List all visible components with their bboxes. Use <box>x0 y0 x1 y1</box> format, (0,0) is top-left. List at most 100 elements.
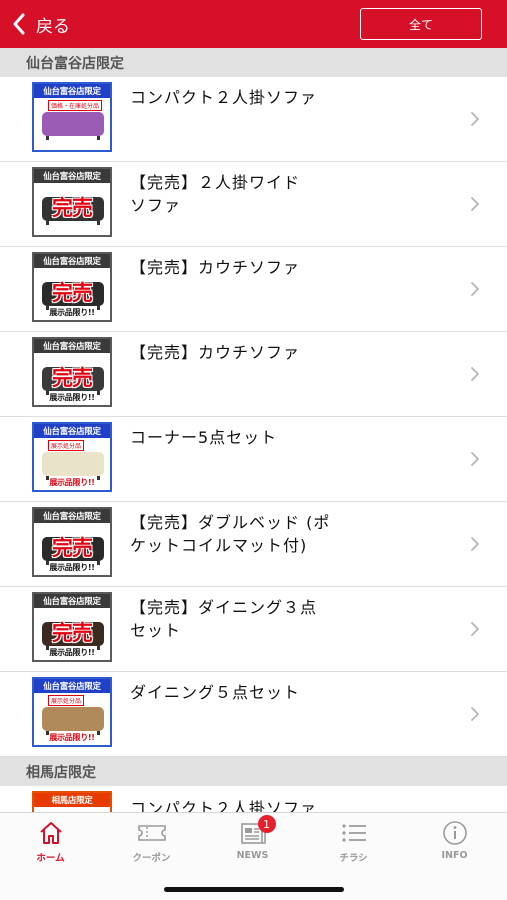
home-icon <box>36 821 66 845</box>
display-only-note: 展示品限り!! <box>49 308 95 317</box>
news-count-badge: 1 <box>257 815 276 833</box>
product-thumbnail: 仙台富谷店限定 完売 展示品限り!! <box>32 337 112 407</box>
tab-label: INFO <box>441 850 468 861</box>
furniture-image <box>42 707 104 731</box>
app-screen: 戻る 全て 仙台富谷店限定 仙台富谷店限定 価格・在庫処分品 コンパクト２人掛ソファ… <box>0 0 507 900</box>
product-thumbnail: 仙台富谷店限定 展示処分品 展示品限り!! <box>32 422 112 492</box>
item-title: 【完売】カウチソファ <box>130 256 460 279</box>
list-item[interactable]: 仙台富谷店限定 展示処分品 展示品限り!! コーナー5点セット <box>0 417 507 502</box>
tab-flyer[interactable]: チラシ <box>303 821 404 867</box>
thumbnail-banner: 仙台富谷店限定 <box>34 594 110 608</box>
chevron-right-icon <box>470 706 480 726</box>
list-item[interactable]: 仙台富谷店限定 完売 【完売】２人掛ワイド ソファ <box>0 162 507 247</box>
chevron-right-icon <box>470 536 480 556</box>
thumbnail-banner: 相馬店限定 <box>34 793 110 807</box>
product-thumbnail: 仙台富谷店限定完売展示品限り!! <box>32 252 112 322</box>
item-title: 【完売】２人掛ワイド ソファ <box>130 171 460 217</box>
chevron-left-icon <box>12 13 26 35</box>
tab-coupon[interactable]: クーポン <box>101 821 202 867</box>
section-header-soma: 相馬店限定 <box>0 757 507 786</box>
back-button[interactable]: 戻る <box>12 10 70 38</box>
list-item[interactable]: 仙台富谷店限定完売展示品限り!! 【完売】ダブルベッド (ポ ケットコイルマット付) <box>0 502 507 587</box>
furniture-legs <box>46 221 100 225</box>
list-item[interactable]: 仙台富谷店限定完売展示品限り!! 【完売】カウチソファ <box>0 247 507 332</box>
item-title-line: 【完売】ダイニング３点 <box>130 598 318 617</box>
thumbnail-body: 完売展示品限り!! <box>34 268 110 320</box>
product-thumbnail: 仙台富谷店限定価格・在庫処分品 <box>32 82 112 152</box>
tab-label: チラシ <box>339 853 368 864</box>
tab-home[interactable]: ホーム <box>0 821 101 867</box>
thumbnail-body: 展示処分品展示品限り!! <box>34 693 110 745</box>
furniture-legs <box>46 136 100 140</box>
thumbnail-banner: 仙台富谷店限定 <box>34 169 110 183</box>
display-only-note: 展示品限り!! <box>49 563 95 572</box>
thumbnail-banner: 仙台富谷店限定 <box>34 679 110 693</box>
tab-info[interactable]: INFO <box>404 821 505 867</box>
sold-out-stamp: 完売 <box>52 366 93 390</box>
item-title-line: ケットコイルマット付) <box>130 536 308 555</box>
product-thumbnail: 仙台富谷店限定 完売 展示品限り!! <box>32 592 112 662</box>
chevron-right-icon <box>470 281 480 301</box>
section-items: 仙台富谷店限定 価格・在庫処分品 コンパクト２人掛ソファ 仙台富谷店限定 完売 【完売】２… <box>0 77 507 757</box>
item-title: コンパクト２人掛ソファ <box>130 86 460 109</box>
chevron-right-icon <box>470 366 480 386</box>
product-thumbnail: 仙台富谷店限定完売展示品限り!! <box>32 507 112 577</box>
thumbnail-banner: 仙台富谷店限定 <box>34 84 110 98</box>
all-button[interactable]: 全て <box>360 8 482 40</box>
item-title-line: 【完売】カウチソファ <box>130 258 301 277</box>
tab-label: クーポン <box>132 853 171 864</box>
list-item[interactable]: 仙台富谷店限定展示処分品展示品限り!! ダイニング５点セット <box>0 672 507 757</box>
thumbnail-badge: 価格・在庫処分品 <box>48 100 103 111</box>
item-title-line: 【完売】２人掛ワイド <box>130 173 301 192</box>
sold-out-stamp: 完売 <box>52 196 93 220</box>
item-title-line: コーナー5点セット <box>130 428 278 447</box>
thumbnail-banner: 仙台富谷店限定 <box>34 509 110 523</box>
tab-news[interactable]: 1 NEWS <box>202 815 303 867</box>
section-header-sendai-tomiya: 仙台富谷店限定 <box>0 48 507 77</box>
list-item[interactable]: 相馬店限定 コンパクト２人掛ソファ <box>0 786 507 812</box>
item-title: 【完売】ダブルベッド (ポ ケットコイルマット付) <box>130 511 460 557</box>
product-list: 仙台富谷店限定 仙台富谷店限定 価格・在庫処分品 コンパクト２人掛ソファ 仙台富谷店限… <box>0 48 507 812</box>
item-title-line: ソファ <box>130 196 182 215</box>
item-title: 【完売】カウチソファ <box>130 341 460 364</box>
thumbnail-badge: 展示処分品 <box>48 695 85 706</box>
display-only-note: 展示品限り!! <box>49 478 95 487</box>
item-title-line: コンパクト２人掛ソファ <box>130 88 318 107</box>
tab-label: NEWS <box>236 850 269 861</box>
item-title-line: 【完売】ダブルベッド (ポ <box>130 513 331 532</box>
display-only-note: 展示品限り!! <box>49 733 95 742</box>
list-item[interactable]: 仙台富谷店限定 完売 展示品限り!! 【完売】カウチソファ <box>0 332 507 417</box>
chevron-right-icon <box>470 621 480 641</box>
thumbnail-body: 完売 展示品限り!! <box>34 608 110 660</box>
display-only-note: 展示品限り!! <box>49 393 95 402</box>
list-icon <box>339 821 369 845</box>
sold-out-stamp: 完売 <box>52 536 93 560</box>
furniture-image <box>42 452 104 476</box>
list-item[interactable]: 仙台富谷店限定 価格・在庫処分品 コンパクト２人掛ソファ <box>0 77 507 162</box>
chevron-right-icon <box>470 111 480 131</box>
item-title: ダイニング５点セット <box>130 681 460 704</box>
furniture-image <box>42 112 104 136</box>
product-thumbnail: 仙台富谷店限定 完売 <box>32 167 112 237</box>
thumbnail-body: 展示処分品展示品限り!! <box>34 438 110 490</box>
display-only-note: 展示品限り!! <box>49 648 95 657</box>
item-title-line: セット <box>130 621 182 640</box>
list-item[interactable]: 仙台富谷店限定 完売 展示品限り!! 【完売】ダイニング３点 セット <box>0 587 507 672</box>
tab-label: ホーム <box>36 853 65 864</box>
thumbnail-body: 完売展示品限り!! <box>34 353 110 405</box>
chevron-right-icon <box>470 196 480 216</box>
ticket-icon <box>137 821 167 845</box>
item-title: コンパクト２人掛ソファ <box>130 799 318 812</box>
newspaper-icon: 1 <box>238 815 276 845</box>
back-label: 戻る <box>36 16 70 37</box>
thumbnail-badge: 展示処分品 <box>48 440 85 451</box>
item-title: コーナー5点セット <box>130 426 460 449</box>
thumbnail-body: 価格・在庫処分品 <box>34 98 110 150</box>
thumbnail-banner: 仙台富谷店限定 <box>34 254 110 268</box>
home-indicator <box>164 887 344 892</box>
item-title: 【完売】ダイニング３点 セット <box>130 596 460 642</box>
sold-out-stamp: 完売 <box>52 281 93 305</box>
item-title-line: 【完売】カウチソファ <box>130 343 301 362</box>
thumbnail-body: 完売 <box>34 183 110 235</box>
item-title-line: ダイニング５点セット <box>130 683 301 702</box>
